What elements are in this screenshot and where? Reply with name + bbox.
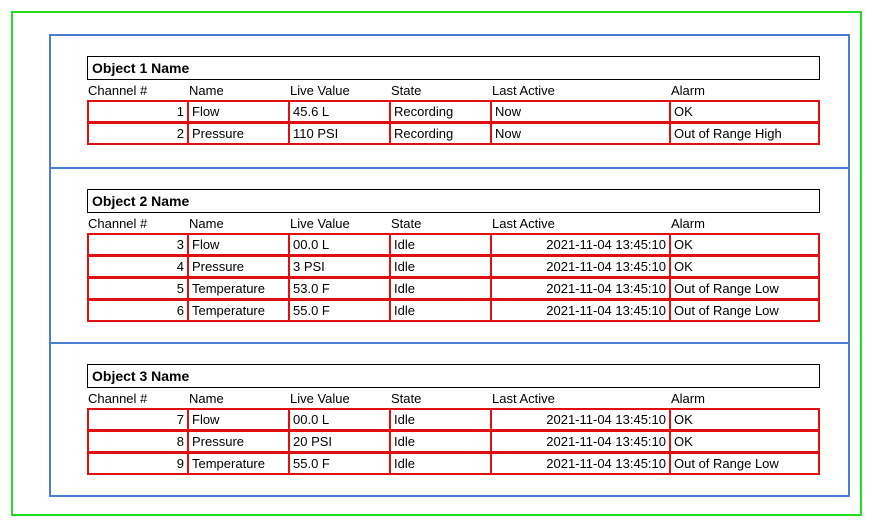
object-section-2: Object 2 Name Channel # Name Live Value … <box>51 169 848 344</box>
live-value-cell: 45.6 L <box>288 100 391 123</box>
live-value-cell: 53.0 F <box>288 277 391 300</box>
name-cell: Flow <box>187 100 290 123</box>
channel-cell: 1 <box>87 100 189 123</box>
object-section-3: Object 3 Name Channel # Name Live Value … <box>51 344 848 495</box>
name-cell: Pressure <box>187 430 290 453</box>
live-value-cell: 55.0 F <box>288 299 391 322</box>
last-active-cell: 2021-11-04 13:45:10 <box>490 277 671 300</box>
alarm-cell: Out of Range Low <box>669 299 820 322</box>
table-row[interactable]: 3 Flow 00.0 L Idle 2021-11-04 13:45:10 O… <box>87 233 820 256</box>
last-active-cell: 2021-11-04 13:45:10 <box>490 255 671 278</box>
channel-cell: 9 <box>87 452 189 475</box>
table-row[interactable]: 4 Pressure 3 PSI Idle 2021-11-04 13:45:1… <box>87 255 820 278</box>
column-header-row: Channel # Name Live Value State Last Act… <box>88 215 821 233</box>
channel-cell: 2 <box>87 122 189 145</box>
state-cell: Idle <box>389 233 492 256</box>
last-active-cell: Now <box>490 122 671 145</box>
alarm-cell: OK <box>669 430 820 453</box>
last-active-cell: 2021-11-04 13:45:10 <box>490 233 671 256</box>
state-cell: Idle <box>389 408 492 431</box>
live-value-cell: 110 PSI <box>288 122 391 145</box>
name-cell: Temperature <box>187 277 290 300</box>
live-value-cell: 3 PSI <box>288 255 391 278</box>
channel-cell: 5 <box>87 277 189 300</box>
state-cell: Idle <box>389 299 492 322</box>
table-row[interactable]: 1 Flow 45.6 L Recording Now OK <box>87 100 820 123</box>
alarm-cell: OK <box>669 100 820 123</box>
column-header-row: Channel # Name Live Value State Last Act… <box>88 390 821 408</box>
alarm-cell: Out of Range High <box>669 122 820 145</box>
object-section-1: Object 1 Name Channel # Name Live Value … <box>51 36 848 169</box>
last-active-cell: 2021-11-04 13:45:10 <box>490 299 671 322</box>
last-active-cell: Now <box>490 100 671 123</box>
alarm-cell: OK <box>669 408 820 431</box>
name-cell: Temperature <box>187 452 290 475</box>
object-title: Object 3 Name <box>87 364 820 388</box>
channel-cell: 4 <box>87 255 189 278</box>
name-cell: Pressure <box>187 122 290 145</box>
name-cell: Flow <box>187 408 290 431</box>
state-cell: Idle <box>389 277 492 300</box>
state-cell: Recording <box>389 122 492 145</box>
channel-cell: 6 <box>87 299 189 322</box>
alarm-cell: OK <box>669 255 820 278</box>
table-row[interactable]: 8 Pressure 20 PSI Idle 2021-11-04 13:45:… <box>87 430 820 453</box>
alarm-cell: OK <box>669 233 820 256</box>
channel-cell: 7 <box>87 408 189 431</box>
last-active-cell: 2021-11-04 13:45:10 <box>490 408 671 431</box>
state-cell: Idle <box>389 430 492 453</box>
table-row[interactable]: 5 Temperature 53.0 F Idle 2021-11-04 13:… <box>87 277 820 300</box>
state-cell: Recording <box>389 100 492 123</box>
name-cell: Flow <box>187 233 290 256</box>
live-value-cell: 00.0 L <box>288 233 391 256</box>
state-cell: Idle <box>389 452 492 475</box>
channel-cell: 3 <box>87 233 189 256</box>
table-row[interactable]: 7 Flow 00.0 L Idle 2021-11-04 13:45:10 O… <box>87 408 820 431</box>
last-active-cell: 2021-11-04 13:45:10 <box>490 452 671 475</box>
alarm-cell: Out of Range Low <box>669 277 820 300</box>
name-cell: Temperature <box>187 299 290 322</box>
table-row[interactable]: 6 Temperature 55.0 F Idle 2021-11-04 13:… <box>87 299 820 322</box>
object-title: Object 1 Name <box>87 56 820 80</box>
object-title: Object 2 Name <box>87 189 820 213</box>
live-value-cell: 00.0 L <box>288 408 391 431</box>
table-row[interactable]: 2 Pressure 110 PSI Recording Now Out of … <box>87 122 820 145</box>
state-cell: Idle <box>389 255 492 278</box>
name-cell: Pressure <box>187 255 290 278</box>
live-value-cell: 20 PSI <box>288 430 391 453</box>
column-header-row: Channel # Name Live Value State Last Act… <box>88 82 821 100</box>
last-active-cell: 2021-11-04 13:45:10 <box>490 430 671 453</box>
live-value-cell: 55.0 F <box>288 452 391 475</box>
alarm-cell: Out of Range Low <box>669 452 820 475</box>
table-row[interactable]: 9 Temperature 55.0 F Idle 2021-11-04 13:… <box>87 452 820 475</box>
objects-panel: Object 1 Name Channel # Name Live Value … <box>49 34 850 497</box>
channel-cell: 8 <box>87 430 189 453</box>
